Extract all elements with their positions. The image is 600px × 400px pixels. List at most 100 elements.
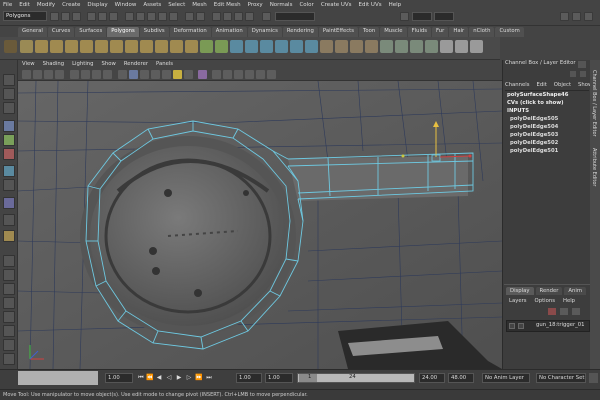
new-layer-icon[interactable] <box>560 308 568 315</box>
grid-icon[interactable] <box>70 70 79 79</box>
snap-grid-icon[interactable] <box>125 12 134 21</box>
menu-file[interactable]: File <box>3 2 12 8</box>
input-node[interactable]: polyDelEdge501 <box>510 148 558 154</box>
layer-tab-display[interactable]: Display <box>506 287 534 295</box>
poly-cube-icon[interactable] <box>35 40 48 53</box>
input-line-icon[interactable] <box>262 12 271 21</box>
spherical-mapping-icon[interactable] <box>410 40 423 53</box>
character-set-dropdown[interactable]: No Character Set <box>536 373 586 383</box>
select-tool-icon[interactable] <box>3 74 15 86</box>
tab-surfaces[interactable]: Surfaces <box>75 27 107 37</box>
planar-mapping-icon[interactable] <box>380 40 393 53</box>
uv-texture-editor-icon[interactable] <box>440 40 453 53</box>
go-to-end-button[interactable]: ⏭ <box>205 374 213 382</box>
save-scene-icon[interactable] <box>72 12 81 21</box>
channel-menu-channels[interactable]: Channels <box>505 82 530 88</box>
menu-help[interactable]: Help <box>389 2 402 8</box>
select-hierarchy-icon[interactable] <box>87 12 96 21</box>
film-gate-icon[interactable] <box>81 70 90 79</box>
poly-prism-icon[interactable] <box>110 40 123 53</box>
new-scene-icon[interactable] <box>50 12 59 21</box>
delete-layer-icon[interactable] <box>548 308 556 315</box>
layer-tab-anim[interactable]: Anim <box>564 287 587 295</box>
menu-assets[interactable]: Assets <box>143 2 161 8</box>
menu-color[interactable]: Color <box>299 2 313 8</box>
menu-create[interactable]: Create <box>62 2 80 8</box>
insert-edge-loop-icon[interactable] <box>290 40 303 53</box>
merge-icon[interactable] <box>365 40 378 53</box>
menu-mesh[interactable]: Mesh <box>192 2 206 8</box>
construction-icon[interactable] <box>196 12 205 21</box>
separate-icon[interactable] <box>215 40 228 53</box>
go-to-start-button[interactable]: ⏮ <box>137 374 145 382</box>
use-all-lights-icon[interactable] <box>162 70 171 79</box>
layer-toggle-icon[interactable] <box>580 71 586 77</box>
last-tool-icon[interactable] <box>3 214 15 226</box>
poly-torus-icon[interactable] <box>95 40 108 53</box>
gate-mask-icon[interactable] <box>103 70 112 79</box>
menu-edit-uvs[interactable]: Edit UVs <box>359 2 382 8</box>
select-camera-icon[interactable] <box>22 70 31 79</box>
layout-four-icon[interactable] <box>3 269 15 281</box>
resolution-gate-icon[interactable] <box>92 70 101 79</box>
split-polygon-icon[interactable] <box>275 40 288 53</box>
automatic-mapping-icon[interactable] <box>425 40 438 53</box>
playback-start-field[interactable]: 1.00 <box>265 373 293 383</box>
panel-options-icon[interactable] <box>578 61 586 68</box>
layout-custom-icon[interactable] <box>3 353 15 365</box>
xray-joints-icon[interactable] <box>212 70 221 79</box>
select-object-icon[interactable] <box>98 12 107 21</box>
tab-painteffects[interactable]: PaintEffects <box>318 27 359 37</box>
tab-animation[interactable]: Animation <box>211 27 247 37</box>
bevel-icon[interactable] <box>350 40 363 53</box>
average-vertices-icon[interactable] <box>335 40 348 53</box>
tab-general[interactable]: General <box>18 27 47 37</box>
attribute-editor-vertical-tab[interactable]: Attribute Editor <box>591 148 597 186</box>
poly-platonic-icon[interactable] <box>185 40 198 53</box>
menu-select[interactable]: Select <box>168 2 185 8</box>
layout-outliner-icon[interactable] <box>3 297 15 309</box>
wireframe-on-shaded-icon[interactable] <box>140 70 149 79</box>
anti-alias-icon[interactable] <box>256 70 265 79</box>
y-field[interactable] <box>434 12 454 21</box>
menu-create-uvs[interactable]: Create UVs <box>321 2 352 8</box>
input-node[interactable]: polyDelEdge505 <box>510 116 558 122</box>
tab-hair[interactable]: Hair <box>449 27 469 37</box>
smooth-icon[interactable] <box>320 40 333 53</box>
layout-hypershade-icon[interactable] <box>3 311 15 323</box>
step-forward-frame-button[interactable]: ▷ <box>185 374 193 382</box>
channel-menu-edit[interactable]: Edit <box>537 82 547 88</box>
layout-single-icon[interactable] <box>3 255 15 267</box>
cylindrical-mapping-icon[interactable] <box>395 40 408 53</box>
display-options-icon[interactable] <box>470 40 483 53</box>
tab-deformation[interactable]: Deformation <box>169 27 211 37</box>
show-tool-settings-icon[interactable] <box>572 12 581 21</box>
checker-icon[interactable] <box>455 40 468 53</box>
menu-window[interactable]: Window <box>115 2 137 8</box>
viewport-menu-shading[interactable]: Shading <box>43 61 65 67</box>
open-scene-icon[interactable] <box>61 12 70 21</box>
tab-muscle[interactable]: Muscle <box>380 27 407 37</box>
ipr-render-icon[interactable] <box>234 12 243 21</box>
poly-helix-icon[interactable] <box>155 40 168 53</box>
history-icon[interactable] <box>185 12 194 21</box>
wireframe-icon[interactable] <box>118 70 127 79</box>
poly-cylinder-icon[interactable] <box>50 40 63 53</box>
poly-sphere-icon[interactable] <box>20 40 33 53</box>
viewport-menu-view[interactable]: View <box>22 61 35 67</box>
bookmarks-icon[interactable] <box>44 70 53 79</box>
preferences-icon[interactable] <box>589 373 598 383</box>
viewport-menu-panels[interactable]: Panels <box>156 61 173 67</box>
ambient-occlusion-icon[interactable] <box>234 70 243 79</box>
cvs-toggle[interactable]: CVs (click to show) <box>507 100 564 106</box>
menu-set-dropdown[interactable]: Polygons <box>3 11 47 21</box>
playback-end-field[interactable]: 24.00 <box>419 373 445 383</box>
new-layer-selected-icon[interactable] <box>572 308 580 315</box>
tab-custom[interactable]: Custom <box>495 27 524 37</box>
menu-display[interactable]: Display <box>87 2 107 8</box>
perspective-viewport[interactable] <box>18 81 502 369</box>
viewport-menu-lighting[interactable]: Lighting <box>72 61 93 67</box>
render-current-icon[interactable] <box>223 12 232 21</box>
layer-name[interactable]: gun_18:trigger_01 <box>536 322 585 328</box>
render-view-icon[interactable] <box>212 12 221 21</box>
